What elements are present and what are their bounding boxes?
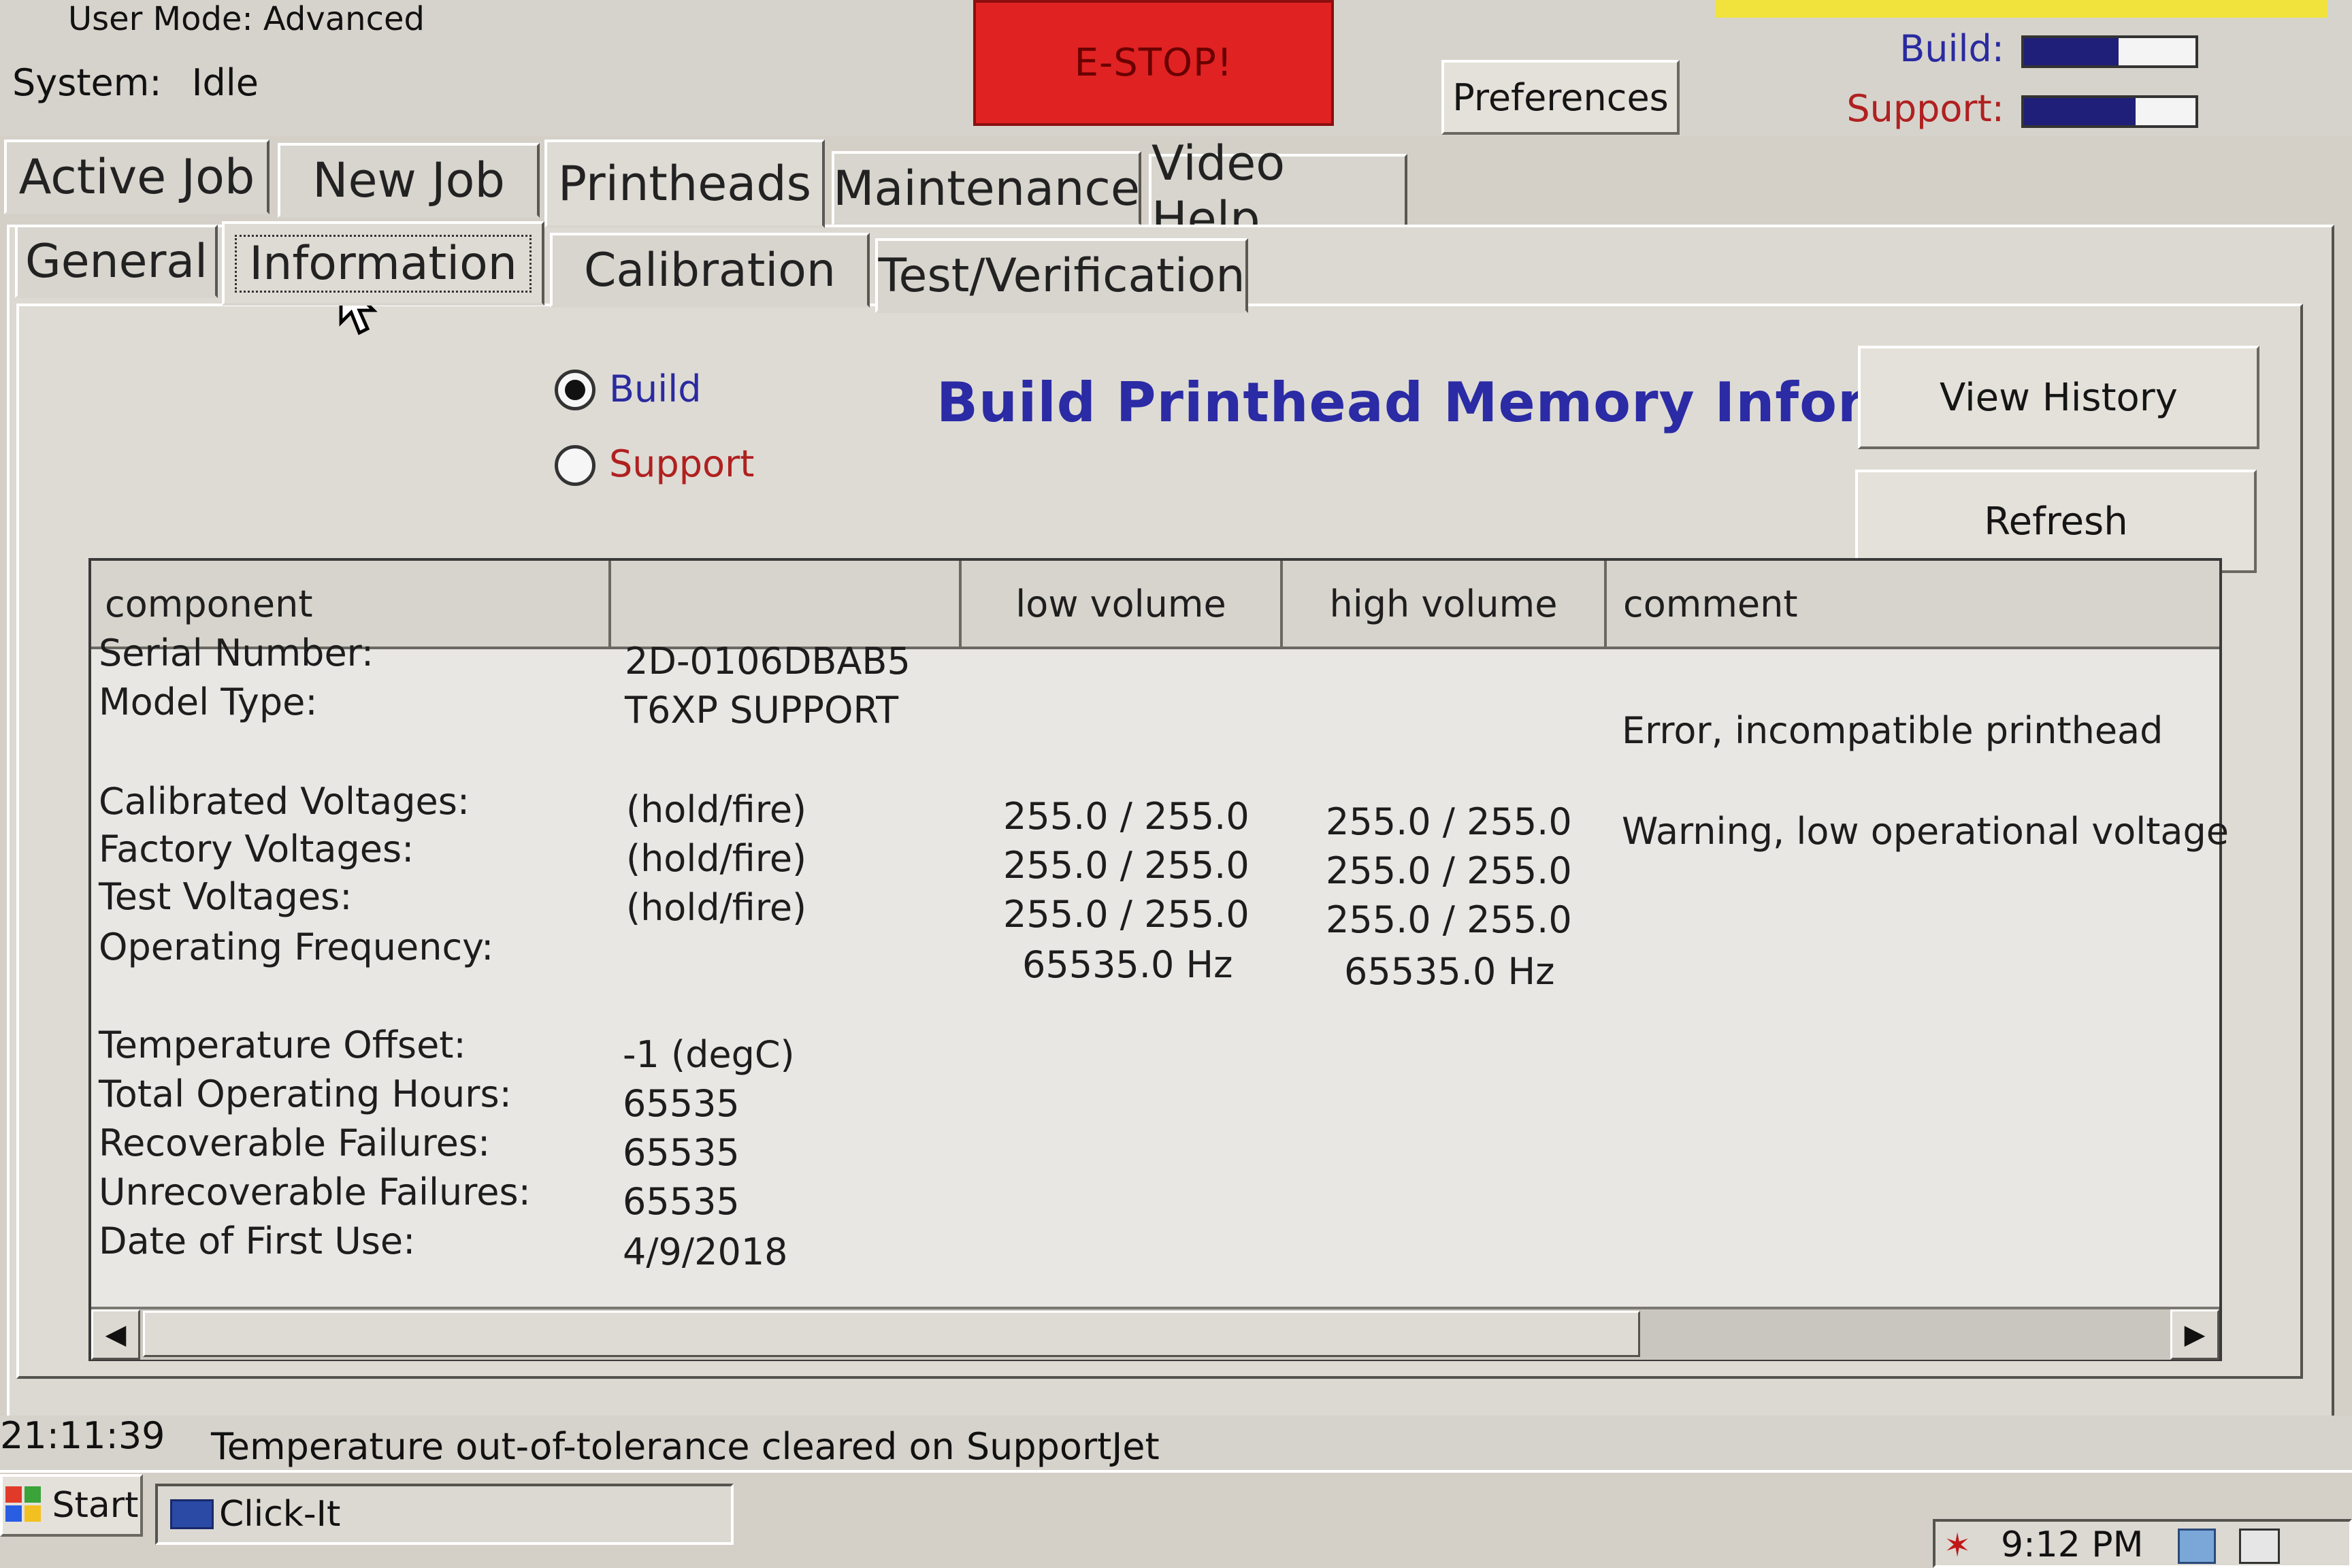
- tab-active-job[interactable]: Active Job: [4, 140, 270, 214]
- system-label: System:: [12, 61, 162, 104]
- table-horizontal-scrollbar[interactable]: ◀ ▶: [91, 1307, 2219, 1360]
- row-calibrated-voltages-comment: Warning, low operational voltage: [1622, 810, 2230, 853]
- row-recoverable-failures-value: 65535: [623, 1131, 740, 1174]
- row-model-type-value: T6XP SUPPORT: [625, 689, 899, 732]
- user-mode-label: User Mode: Advanced: [68, 0, 425, 38]
- estop-button[interactable]: E-STOP!: [973, 0, 1334, 126]
- subtab-information[interactable]: Information: [222, 221, 544, 306]
- radio-support[interactable]: [555, 445, 595, 486]
- support-level-gauge: [2021, 95, 2198, 128]
- tray-status-icon[interactable]: [2239, 1529, 2280, 1564]
- header-value[interactable]: [611, 561, 962, 649]
- row-test-voltages-component: Test Voltages:: [99, 875, 353, 918]
- start-label: Start: [52, 1485, 139, 1526]
- support-level-fill: [2024, 98, 2136, 125]
- tab-video-help[interactable]: Video Help: [1149, 135, 1407, 247]
- radio-build-label[interactable]: Build: [609, 368, 702, 410]
- row-factory-voltages-high: 255.0 / 255.0: [1326, 849, 1572, 892]
- header-component-label: component: [105, 582, 313, 625]
- table-header: component low volume high volume comment: [91, 561, 2219, 649]
- subtab-calibration[interactable]: Calibration: [550, 233, 870, 308]
- row-date-of-first-use-component: Date of First Use:: [99, 1220, 416, 1262]
- row-date-of-first-use-value: 4/9/2018: [623, 1230, 788, 1273]
- build-level-gauge: [2021, 35, 2198, 68]
- radio-build[interactable]: [555, 370, 595, 410]
- taskbar-click-it[interactable]: Click-It: [155, 1484, 734, 1545]
- row-calibrated-voltages-low: 255.0 / 255.0: [1003, 795, 1250, 838]
- scrollbar-thumb[interactable]: [143, 1311, 1640, 1357]
- row-serial-number-component: Serial Number:: [99, 632, 374, 674]
- taskbar-clock: 9:12 PM: [2001, 1524, 2144, 1565]
- row-test-voltages-low: 255.0 / 255.0: [1003, 893, 1250, 936]
- warning-strip: [1715, 0, 2328, 18]
- status-time: 21:11:39: [0, 1414, 165, 1457]
- row-temperature-offset-component: Temperature Offset:: [99, 1024, 466, 1066]
- row-total-operating-hours-value: 65535: [623, 1082, 740, 1125]
- row-temperature-offset-value: -1 (degC): [623, 1033, 795, 1076]
- row-calibrated-voltages-value: (hold/fire): [626, 788, 807, 831]
- row-serial-number-value: 2D-0106DBAB5: [625, 640, 911, 683]
- support-gauge-label: Support:: [1846, 87, 2004, 130]
- build-gauge-label: Build:: [1899, 27, 2004, 70]
- row-factory-voltages-component: Factory Voltages:: [99, 828, 414, 870]
- row-calibrated-voltages-high: 255.0 / 255.0: [1326, 800, 1572, 843]
- row-unrecoverable-failures-component: Unrecoverable Failures:: [99, 1171, 531, 1213]
- row-recoverable-failures-component: Recoverable Failures:: [99, 1122, 491, 1164]
- row-operating-frequency-high: 65535.0 Hz: [1344, 950, 1555, 993]
- system-status: System: Idle: [12, 61, 259, 104]
- subtab-information-label: Information: [235, 234, 532, 293]
- row-factory-voltages-low: 255.0 / 255.0: [1003, 844, 1250, 887]
- radio-support-label[interactable]: Support: [609, 442, 754, 485]
- row-model-type-comment: Error, incompatible printhead: [1622, 709, 2163, 752]
- header-high-volume-label: high volume: [1329, 582, 1558, 625]
- radio-build-dot: [565, 380, 585, 400]
- tray-app-icon[interactable]: [2178, 1529, 2216, 1564]
- system-value: Idle: [191, 61, 259, 104]
- tab-maintenance[interactable]: Maintenance: [832, 151, 1141, 226]
- header-comment[interactable]: comment: [1607, 561, 2219, 649]
- row-total-operating-hours-component: Total Operating Hours:: [99, 1073, 512, 1115]
- start-button[interactable]: Start: [0, 1474, 143, 1537]
- header-comment-label: comment: [1623, 582, 1798, 625]
- build-level-fill: [2024, 38, 2119, 65]
- subtab-test-verification[interactable]: Test/Verification: [875, 238, 1248, 313]
- row-operating-frequency-low: 65535.0 Hz: [1022, 943, 1233, 986]
- preferences-button[interactable]: Preferences: [1441, 60, 1680, 135]
- view-history-button[interactable]: View History: [1858, 346, 2259, 449]
- tab-new-job[interactable]: New Job: [278, 143, 540, 218]
- arrow-left-icon[interactable]: ◀: [91, 1309, 140, 1360]
- row-operating-frequency-component: Operating Frequency:: [99, 926, 494, 968]
- subtab-general[interactable]: General: [15, 225, 218, 298]
- row-model-type-component: Model Type:: [99, 681, 318, 723]
- header-low-volume[interactable]: low volume: [962, 561, 1283, 649]
- taskbar-click-it-label: Click-It: [219, 1494, 341, 1535]
- row-calibrated-voltages-component: Calibrated Voltages:: [99, 780, 470, 823]
- tab-printheads[interactable]: Printheads: [544, 140, 825, 228]
- network-icon[interactable]: ✶: [1944, 1529, 1982, 1563]
- row-factory-voltages-value: (hold/fire): [626, 837, 807, 880]
- app-icon: [170, 1499, 214, 1529]
- status-message: Temperature out-of-tolerance cleared on …: [211, 1425, 1160, 1468]
- row-unrecoverable-failures-value: 65535: [623, 1180, 740, 1223]
- header-high-volume[interactable]: high volume: [1283, 561, 1607, 649]
- row-test-voltages-high: 255.0 / 255.0: [1326, 898, 1572, 941]
- header-low-volume-label: low volume: [1015, 582, 1226, 625]
- windows-flag-icon: [4, 1485, 45, 1526]
- arrow-right-icon[interactable]: ▶: [2170, 1309, 2219, 1360]
- row-test-voltages-value: (hold/fire): [626, 886, 807, 929]
